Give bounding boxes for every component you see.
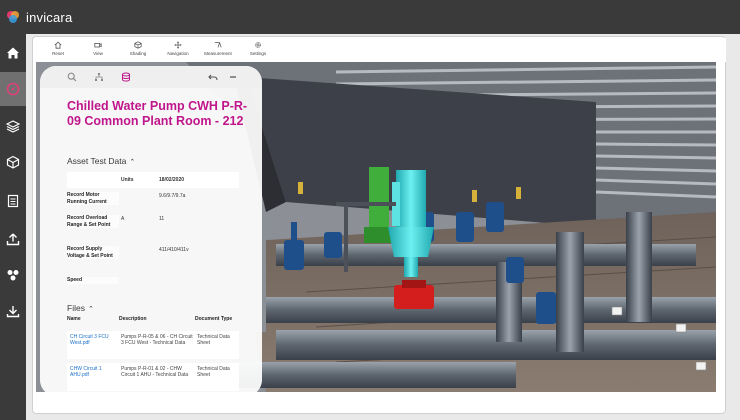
app-logo-text: invicara: [26, 9, 73, 25]
shading-label: Shading: [129, 51, 147, 56]
sidebar-item-documents[interactable]: [0, 184, 26, 218]
shading-button[interactable]: Shading: [118, 41, 158, 56]
cube-icon: [6, 155, 20, 169]
sidebar-item-model[interactable]: [0, 145, 26, 179]
chevron-up-icon: ⌃: [129, 159, 136, 166]
view-label: View: [93, 51, 103, 56]
file-link[interactable]: CH Circuit 3 FCU West.pdf: [70, 334, 116, 346]
files-header[interactable]: Files ⌃: [67, 303, 94, 313]
asset-test-data-label: Asset Test Data: [67, 156, 127, 166]
home-icon: [54, 41, 62, 49]
units-column-header: Units: [121, 177, 134, 183]
file-doctype: Technical Data Sheet: [197, 334, 230, 346]
table-row-label: Speed: [67, 277, 119, 284]
table-row-value: 9.6/9.7/9.7a: [159, 193, 186, 199]
view-button[interactable]: View: [78, 41, 118, 56]
files-name-column-header: Name: [67, 316, 81, 322]
files-description-column-header: Description: [119, 316, 147, 322]
file-description: Pumps P-R-05 & 06 - CH Circuit 3 FCU Wes…: [121, 334, 193, 346]
table-row-label: Record Overload Range & Set Point: [67, 215, 119, 228]
measurement-button[interactable]: Measurement: [198, 41, 238, 56]
top-bar: invicara: [0, 0, 740, 34]
file-row: CHW Circuit 1 AHU.pdf Pumps P-R-01 & 02 …: [67, 363, 239, 391]
download-icon: [6, 306, 20, 318]
sidebar-item-groups[interactable]: [0, 258, 26, 292]
compass-icon: [6, 82, 20, 96]
reset-label: Reset: [52, 51, 64, 56]
home-icon: [7, 47, 19, 59]
file-description: Pumps P-R-01 & 02 - CHW Circuit 1 AHU - …: [121, 366, 189, 378]
table-row-label: Record Supply Voltage & Set Point: [67, 246, 119, 259]
sidebar-item-home[interactable]: [0, 36, 26, 70]
left-sidebar: [0, 34, 26, 420]
settings-button[interactable]: Settings: [238, 41, 278, 56]
hierarchy-icon: [95, 73, 103, 81]
tab-tree[interactable]: [89, 70, 109, 84]
settings-label: Settings: [249, 51, 267, 56]
navigation-button[interactable]: Navigation: [158, 41, 198, 56]
asset-info-panel: Chilled Water Pump CWH P-R-09 Common Pla…: [40, 66, 262, 396]
layers-icon: [6, 120, 20, 133]
files-label: Files: [67, 303, 85, 313]
navigation-label: Navigation: [167, 51, 189, 56]
invicara-logo-icon: [6, 10, 20, 24]
date-column-header: 18/02/2020: [159, 177, 185, 183]
asset-title: Chilled Water Pump CWH P-R-09 Common Pla…: [67, 99, 248, 128]
files-doctype-column-header: Document Type: [195, 316, 233, 322]
file-doctype: Technical Data Sheet: [197, 366, 230, 378]
table-row-unit: A: [121, 216, 125, 222]
table-row-value: 411/410/411v: [159, 247, 189, 253]
chevron-up-icon: ⌃: [87, 306, 94, 313]
table-row-label: Record Motor Running Current: [67, 192, 119, 205]
upload-icon: [6, 233, 20, 246]
sidebar-item-layers[interactable]: [0, 109, 26, 143]
minimize-button[interactable]: [223, 70, 243, 84]
table-row-value: 11: [159, 216, 165, 222]
minus-icon: [230, 76, 236, 78]
sidebar-item-explorer[interactable]: [0, 72, 26, 106]
asset-test-data-header[interactable]: Asset Test Data ⌃: [67, 156, 135, 166]
database-icon: [122, 72, 130, 82]
file-link[interactable]: CHW Circuit 1 AHU.pdf: [70, 366, 116, 378]
asset-table-header: Units 18/02/2020: [67, 172, 239, 188]
file-row: CH Circuit 3 FCU West.pdf Pumps P-R-05 &…: [67, 331, 239, 359]
tab-search[interactable]: [62, 70, 82, 84]
group-icon: [7, 270, 19, 281]
panel-tab-bar: [40, 66, 262, 88]
cube-icon: [134, 41, 142, 49]
viewer-toolbar: Reset View Shading Navigation Measuremen…: [36, 38, 726, 62]
measure-icon: [214, 42, 222, 48]
back-button[interactable]: [203, 70, 223, 84]
reset-button[interactable]: Reset: [38, 41, 78, 56]
camera-icon: [94, 43, 102, 48]
sidebar-item-download[interactable]: [0, 294, 26, 328]
move-icon: [174, 41, 182, 49]
undo-arrow-icon: [208, 74, 218, 81]
tab-data[interactable]: [116, 70, 136, 84]
sidebar-item-upload[interactable]: [0, 222, 26, 256]
gear-icon: [255, 42, 261, 48]
document-icon: [7, 194, 19, 208]
search-icon: [67, 72, 77, 82]
measurement-label: Measurement: [204, 51, 232, 56]
